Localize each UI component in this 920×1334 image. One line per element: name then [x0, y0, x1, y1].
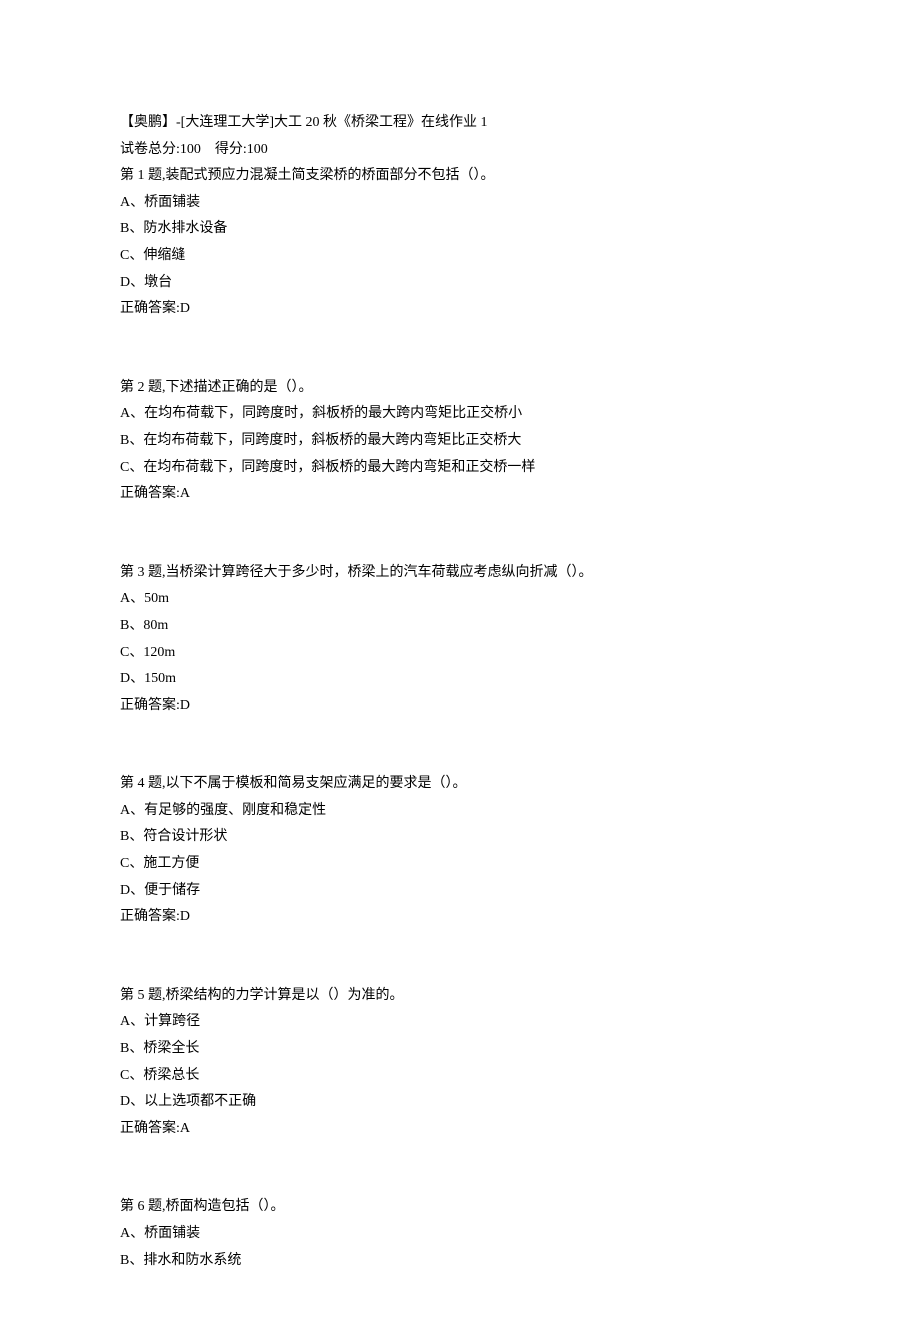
- document-page: 【奥鹏】-[大连理工大学]大工 20 秋《桥梁工程》在线作业 1 试卷总分:10…: [0, 0, 920, 1334]
- option: D、墩台: [120, 270, 800, 297]
- option: B、80m: [120, 613, 800, 640]
- option: B、符合设计形状: [120, 824, 800, 851]
- score-line: 试卷总分:100 得分:100: [120, 137, 800, 164]
- question-block: 第 3 题,当桥梁计算跨径大于多少时，桥梁上的汽车荷载应考虑纵向折减（）。 A、…: [120, 560, 800, 720]
- question-block: 第 6 题,桥面构造包括（）。 A、桥面铺装 B、排水和防水系统: [120, 1194, 800, 1274]
- question-stem: 第 6 题,桥面构造包括（）。: [120, 1194, 800, 1221]
- question-stem: 第 4 题,以下不属于模板和简易支架应满足的要求是（）。: [120, 771, 800, 798]
- doc-title: 【奥鹏】-[大连理工大学]大工 20 秋《桥梁工程》在线作业 1: [120, 110, 800, 137]
- option: D、以上选项都不正确: [120, 1089, 800, 1116]
- question-block: 第 2 题,下述描述正确的是（）。 A、在均布荷载下，同跨度时，斜板桥的最大跨内…: [120, 375, 800, 508]
- question-stem: 第 3 题,当桥梁计算跨径大于多少时，桥梁上的汽车荷载应考虑纵向折减（）。: [120, 560, 800, 587]
- option: D、便于储存: [120, 878, 800, 905]
- option: C、施工方便: [120, 851, 800, 878]
- question-stem: 第 5 题,桥梁结构的力学计算是以（）为准的。: [120, 983, 800, 1010]
- option: C、120m: [120, 640, 800, 667]
- option: A、计算跨径: [120, 1009, 800, 1036]
- option: B、桥梁全长: [120, 1036, 800, 1063]
- option: A、50m: [120, 586, 800, 613]
- option: A、有足够的强度、刚度和稳定性: [120, 798, 800, 825]
- option: D、150m: [120, 666, 800, 693]
- option: B、排水和防水系统: [120, 1248, 800, 1275]
- option: A、桥面铺装: [120, 1221, 800, 1248]
- question-block: 第 4 题,以下不属于模板和简易支架应满足的要求是（）。 A、有足够的强度、刚度…: [120, 771, 800, 931]
- question-stem: 第 1 题,装配式预应力混凝土简支梁桥的桥面部分不包括（）。: [120, 163, 800, 190]
- answer-line: 正确答案:D: [120, 296, 800, 323]
- option: A、在均布荷载下，同跨度时，斜板桥的最大跨内弯矩比正交桥小: [120, 401, 800, 428]
- option: C、桥梁总长: [120, 1063, 800, 1090]
- question-block: 第 5 题,桥梁结构的力学计算是以（）为准的。 A、计算跨径 B、桥梁全长 C、…: [120, 983, 800, 1143]
- option: B、防水排水设备: [120, 216, 800, 243]
- header-block: 【奥鹏】-[大连理工大学]大工 20 秋《桥梁工程》在线作业 1 试卷总分:10…: [120, 110, 800, 323]
- option: C、在均布荷载下，同跨度时，斜板桥的最大跨内弯矩和正交桥一样: [120, 455, 800, 482]
- option: C、伸缩缝: [120, 243, 800, 270]
- question-stem: 第 2 题,下述描述正确的是（）。: [120, 375, 800, 402]
- answer-line: 正确答案:A: [120, 481, 800, 508]
- option: B、在均布荷载下，同跨度时，斜板桥的最大跨内弯矩比正交桥大: [120, 428, 800, 455]
- answer-line: 正确答案:A: [120, 1116, 800, 1143]
- option: A、桥面铺装: [120, 190, 800, 217]
- answer-line: 正确答案:D: [120, 904, 800, 931]
- answer-line: 正确答案:D: [120, 693, 800, 720]
